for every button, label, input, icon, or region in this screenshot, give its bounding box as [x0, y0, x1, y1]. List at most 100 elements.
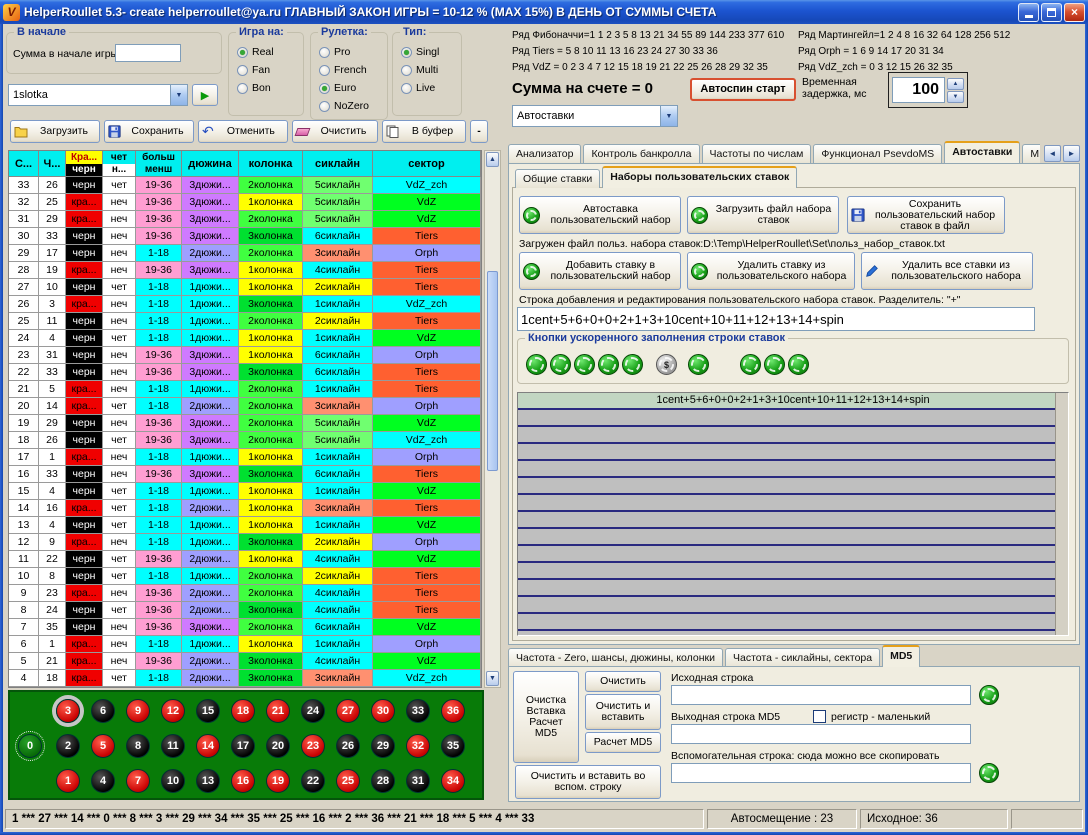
board-number-34[interactable]: 34	[441, 769, 465, 793]
start-sum-input[interactable]	[115, 44, 181, 62]
list-item-empty[interactable]	[518, 427, 1068, 444]
table-row[interactable]: 244чернчет1-181дюжи...1колонка1сиклайнVd…	[9, 330, 481, 347]
table-row[interactable]: 2331черннеч19-363дюжи...1колонка6сиклайн…	[9, 347, 481, 364]
board-number-31[interactable]: 31	[406, 769, 430, 793]
listbox-scrollbar[interactable]	[1055, 393, 1068, 635]
board-number-8[interactable]: 8	[126, 734, 150, 758]
radio-nozero[interactable]: NoZero	[319, 100, 369, 112]
table-row[interactable]: 108чернчет1-181дюжи...2колонка2сиклайнTi…	[9, 568, 481, 585]
tab-автоставки[interactable]: Автоставки	[944, 141, 1020, 163]
scrollbar-thumb[interactable]	[487, 271, 498, 471]
list-item-empty[interactable]	[518, 597, 1068, 614]
board-number-15[interactable]: 15	[196, 699, 220, 723]
quick-chip-9[interactable]	[764, 354, 785, 375]
slot-dropdown[interactable]: 1slotka ▼	[8, 84, 188, 106]
board-number-30[interactable]: 30	[371, 699, 395, 723]
board-number-33[interactable]: 33	[406, 699, 430, 723]
table-row[interactable]: 923кра...неч19-362дюжи...2колонка4сиклай…	[9, 585, 481, 602]
spin-up-icon[interactable]: ▲	[947, 78, 964, 90]
autobet-user-set-button[interactable]: Автоставка пользовательский набор	[519, 196, 681, 234]
spin-down-icon[interactable]: ▼	[947, 91, 964, 103]
radio-singl[interactable]: Singl	[401, 46, 439, 58]
board-number-1[interactable]: 1	[56, 769, 80, 793]
md5-source-input[interactable]	[671, 685, 971, 705]
board-number-36[interactable]: 36	[441, 699, 465, 723]
tab-анализатор[interactable]: Анализатор	[508, 144, 581, 163]
bet-string-input[interactable]	[517, 307, 1035, 331]
tab-частота---zero-шансы-дюжины-колонки[interactable]: Частота - Zero, шансы, дюжины, колонки	[508, 648, 723, 667]
board-number-32[interactable]: 32	[406, 734, 430, 758]
table-row[interactable]: 2014кра...чет1-182дюжи...2колонка3сиклай…	[9, 398, 481, 415]
board-number-4[interactable]: 4	[91, 769, 115, 793]
table-row[interactable]: 1633черннеч19-363дюжи...3колонка6сиклайн…	[9, 466, 481, 483]
radio-bon[interactable]: Bon	[237, 82, 271, 94]
md5-calc-button[interactable]: Расчет MD5	[585, 732, 661, 753]
board-number-28[interactable]: 28	[371, 769, 395, 793]
board-number-0[interactable]: 0	[18, 734, 42, 758]
list-item-empty[interactable]	[518, 495, 1068, 512]
minimize-button[interactable]	[1018, 3, 1039, 22]
board-number-35[interactable]: 35	[441, 734, 465, 758]
board-number-10[interactable]: 10	[161, 769, 185, 793]
board-number-22[interactable]: 22	[301, 769, 325, 793]
table-scrollbar[interactable]: ▲ ▼	[484, 150, 501, 688]
board-number-12[interactable]: 12	[161, 699, 185, 723]
radio-french[interactable]: French	[319, 64, 367, 76]
close-button[interactable]: ×	[1064, 3, 1085, 22]
tabs-scroll-right-icon[interactable]: ►	[1063, 145, 1080, 162]
quick-chip-5[interactable]	[622, 354, 643, 375]
add-bet-button[interactable]: Добавить ставку в пользовательский набор	[519, 252, 681, 290]
board-number-3[interactable]: 3	[56, 699, 80, 723]
board-number-16[interactable]: 16	[231, 769, 255, 793]
table-row[interactable]: 129кра...неч1-181дюжи...3колонка2сиклайн…	[9, 534, 481, 551]
md5-output-input[interactable]	[671, 724, 971, 744]
md5-clear-paste-helper-button[interactable]: Очистить и вставить во вспом. строку	[515, 765, 661, 799]
list-item-empty[interactable]	[518, 580, 1068, 597]
delay-value[interactable]: 100	[892, 77, 945, 103]
load-button[interactable]: Загрузить	[10, 120, 100, 143]
board-number-29[interactable]: 29	[371, 734, 395, 758]
quick-chip-7[interactable]	[688, 354, 709, 375]
table-row[interactable]: 1826чернчет19-363дюжи...2колонка5сиклайн…	[9, 432, 481, 449]
undo-button[interactable]: ↶ Отменить	[198, 120, 288, 143]
board-number-25[interactable]: 25	[336, 769, 360, 793]
quick-chip-2[interactable]	[550, 354, 571, 375]
board-number-9[interactable]: 9	[126, 699, 150, 723]
board-number-26[interactable]: 26	[336, 734, 360, 758]
copy-to-buffer-button[interactable]: В буфер	[382, 120, 466, 143]
tab-частоты-по-числам[interactable]: Частоты по числам	[702, 144, 812, 163]
md5-clear-paste-button[interactable]: Очистить и вставить	[585, 694, 661, 730]
quick-chip-3[interactable]	[574, 354, 595, 375]
board-number-14[interactable]: 14	[196, 734, 220, 758]
list-item-empty[interactable]	[518, 546, 1068, 563]
radio-real[interactable]: Real	[237, 46, 274, 58]
list-item-empty[interactable]	[518, 461, 1068, 478]
table-row[interactable]: 2233черннеч19-363дюжи...3колонка6сиклайн…	[9, 364, 481, 381]
table-row[interactable]: 2710чернчет1-181дюжи...1колонка2сиклайнT…	[9, 279, 481, 296]
board-number-18[interactable]: 18	[231, 699, 255, 723]
save-bet-set-file-button[interactable]: Сохранить пользовательский набор ставок …	[847, 196, 1005, 234]
tabs-scroll-left-icon[interactable]: ◄	[1044, 145, 1061, 162]
md5-helper-input[interactable]	[671, 763, 971, 783]
table-row[interactable]: 171кра...неч1-181дюжи...1колонка1сиклайн…	[9, 449, 481, 466]
table-row[interactable]: 418кра...чет1-182дюжи...3колонка3сиклайн…	[9, 670, 481, 687]
board-number-17[interactable]: 17	[231, 734, 255, 758]
maximize-button[interactable]	[1041, 3, 1062, 22]
remove-all-bets-button[interactable]: Удалить все ставки из пользовательского …	[861, 252, 1033, 290]
table-row[interactable]: 134чернчет1-181дюжи...1колонка1сиклайнVd…	[9, 517, 481, 534]
table-row[interactable]: 154чернчет1-181дюжи...1колонка1сиклайнVd…	[9, 483, 481, 500]
scroll-down-icon[interactable]: ▼	[486, 671, 499, 686]
table-row[interactable]: 215кра...неч1-181дюжи...2колонка1сиклайн…	[9, 381, 481, 398]
table-row[interactable]: 2917черннеч1-182дюжи...2колонка3сиклайнO…	[9, 245, 481, 262]
save-button[interactable]: Сохранить	[104, 120, 194, 143]
tab-общие-ставки[interactable]: Общие ставки	[515, 169, 600, 188]
table-row[interactable]: 3033черннеч19-363дюжи...3колонка6сиклайн…	[9, 228, 481, 245]
board-number-13[interactable]: 13	[196, 769, 220, 793]
quick-chip-1[interactable]	[526, 354, 547, 375]
load-bet-set-file-button[interactable]: Загрузить файл набора ставок	[687, 196, 839, 234]
quick-chip-6-dollar[interactable]: $	[656, 354, 677, 375]
board-number-19[interactable]: 19	[266, 769, 290, 793]
board-number-2[interactable]: 2	[56, 734, 80, 758]
scroll-up-icon[interactable]: ▲	[486, 152, 499, 167]
tab-наборы-пользовательских-ставок[interactable]: Наборы пользовательских ставок	[602, 166, 797, 188]
